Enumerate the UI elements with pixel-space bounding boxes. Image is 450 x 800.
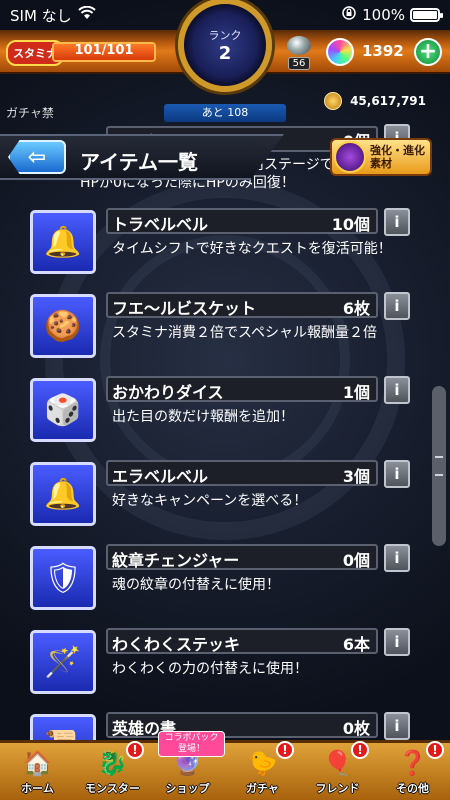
other-icon: ❓ <box>397 749 428 777</box>
item-count: 0枚 <box>342 719 370 738</box>
item-name: おかわりダイス <box>112 383 224 402</box>
list-item[interactable]: 🔔 トラベルベル 10個 i タイムシフトで好きなクエストを復活可能！ <box>0 204 450 288</box>
list-item[interactable]: 🪄 わくわくステッキ 6本 i わくわくの力の付替えに使用！ <box>0 624 450 708</box>
nav-friend[interactable]: 🎈 フレンド! <box>300 741 375 800</box>
item-count: 3個 <box>342 467 370 486</box>
item-name: 紋章チェンジャー <box>112 551 240 570</box>
list-item[interactable]: 🍪 フエ〜ルビスケット 6枚 i スタミナ消費２倍でスペシャル報酬量２倍 <box>0 288 450 372</box>
list-item[interactable]: 📜 英雄の書 0枚 i <box>0 708 450 740</box>
item-desc: 魂の紋章の付替えに使用！ <box>112 577 280 593</box>
item-count: 0個 <box>342 551 370 570</box>
emblem-icon-glyph: 🛡 <box>43 560 83 596</box>
evolve-material-label: 強化・進化 素材 <box>370 144 425 170</box>
info-button[interactable]: i <box>384 376 410 404</box>
evolve-material-button[interactable]: 強化・進化 素材 <box>330 138 432 176</box>
item-desc: タイムシフトで好きなクエストを復活可能！ <box>112 241 392 257</box>
item-list[interactable]: ミラクルミン 0個 i 専用ステージで HPが0になった際にHPのみ回復！ 🔔 … <box>0 120 450 740</box>
item-name: トラベルベル <box>112 215 209 234</box>
rank-next-exp: あと 108 <box>164 104 286 122</box>
stamina-value: 101/101 <box>74 43 134 58</box>
orientation-lock-icon <box>341 5 357 25</box>
collab-badge: コラボパック 登場！ <box>158 731 225 757</box>
page-title: アイテム一覧 <box>80 150 198 174</box>
biscuit-icon[interactable]: 🍪 <box>30 294 96 358</box>
info-button[interactable]: i <box>384 460 410 488</box>
battery-icon <box>410 8 443 22</box>
item-name: エラベルベル <box>112 467 209 486</box>
evolve-material-icon <box>334 141 366 173</box>
item-desc: わくわくの力の付替えに使用！ <box>112 661 308 677</box>
info-button[interactable]: i <box>384 292 410 320</box>
nav-monster[interactable]: 🐉 モンスター! <box>75 741 150 800</box>
rank-label: ランク <box>208 28 242 42</box>
nav-label: ショップ <box>165 782 210 795</box>
wand-icon-glyph: 🪄 <box>44 644 82 680</box>
rank-badge[interactable]: ランク 2 <box>178 0 272 92</box>
nav-label: モンスター <box>85 782 140 795</box>
dice-icon[interactable]: 🎲 <box>30 378 96 442</box>
coin-row: 45,617,791 <box>324 92 426 110</box>
alert-badge: ! <box>276 741 294 759</box>
item-name: わくわくステッキ <box>112 635 241 654</box>
gem-icon <box>287 36 311 55</box>
orb-icon <box>326 38 354 66</box>
evolve-label-line1: 強化・進化 <box>370 144 425 157</box>
nav-label: ホーム <box>21 782 54 795</box>
list-item[interactable]: 🔔 エラベルベル 3個 i 好きなキャンペーンを選べる！ <box>0 456 450 540</box>
back-button[interactable]: ⇦ <box>8 140 66 174</box>
biscuit-icon-glyph: 🍪 <box>44 308 82 344</box>
monster-icon: 🐉 <box>97 749 128 777</box>
item-desc: 出た目の数だけ報酬を追加！ <box>112 409 294 425</box>
nav-home[interactable]: 🏠 ホーム <box>0 743 75 800</box>
buy-orb-button[interactable]: + <box>414 38 442 66</box>
nav-gacha[interactable]: 🐤 ガチャ! <box>225 741 300 800</box>
nav-label: フレンド <box>315 782 360 795</box>
gacha-ban-label: ガチャ禁 <box>6 106 54 120</box>
info-button[interactable]: i <box>384 712 410 740</box>
nav-label: その他 <box>396 782 429 795</box>
item-name: フエ〜ルビスケット <box>112 299 257 318</box>
nav-other[interactable]: ❓ その他! <box>375 741 450 800</box>
nav-shop[interactable]: 🔮 ショップ コラボパック 登場！ <box>150 731 225 800</box>
alert-badge: ! <box>351 741 369 759</box>
alert-badge: ! <box>126 741 144 759</box>
status-right: 100% <box>341 5 443 25</box>
item-count: 6枚 <box>342 299 370 318</box>
gold-bell-icon[interactable]: 🔔 <box>30 462 96 526</box>
gold-bell-icon-glyph: 🔔 <box>44 476 82 512</box>
friend-icon: 🎈 <box>322 749 353 777</box>
book-icon-glyph: 📜 <box>44 729 81 741</box>
orb-count: 1392 <box>362 42 404 60</box>
info-button[interactable]: i <box>384 544 410 572</box>
item-count: 6本 <box>342 635 370 654</box>
info-button[interactable]: i <box>384 208 410 236</box>
bottom-nav: 🏠 ホーム 🐉 モンスター! 🔮 ショップ コラボパック 登場！ 🐤 ガチャ! 🎈 フレン… <box>0 731 450 800</box>
info-button[interactable]: i <box>384 628 410 656</box>
gem-box[interactable]: 56 <box>282 36 316 70</box>
evolve-label-line2: 素材 <box>370 157 392 170</box>
home-icon: 🏠 <box>22 749 53 777</box>
item-count: 1個 <box>342 383 370 402</box>
bell-icon-glyph: 🔔 <box>44 224 82 260</box>
coin-icon <box>324 92 343 110</box>
bell-icon[interactable]: 🔔 <box>30 210 96 274</box>
list-item[interactable]: 🎲 おかわりダイス 1個 i 出た目の数だけ報酬を追加！ <box>0 372 450 456</box>
gem-count: 56 <box>287 57 311 70</box>
coin-value: 45,617,791 <box>350 94 426 108</box>
rank-value: 2 <box>218 42 232 64</box>
wand-icon[interactable]: 🪄 <box>30 630 96 694</box>
item-desc: スタミナ消費２倍でスペシャル報酬量２倍 <box>112 325 378 341</box>
nav-label: ガチャ <box>246 782 279 795</box>
list-item[interactable]: 🛡 紋章チェンジャー 0個 i 魂の紋章の付替えに使用！ <box>0 540 450 624</box>
gacha-icon: 🐤 <box>247 749 278 777</box>
item-count: 10個 <box>331 215 370 234</box>
dice-icon-glyph: 🎲 <box>44 392 82 428</box>
book-icon[interactable]: 📜 <box>30 714 96 740</box>
emblem-icon[interactable]: 🛡 <box>30 546 96 610</box>
battery-percent: 100% <box>362 6 405 24</box>
alert-badge: ! <box>426 741 444 759</box>
scrollbar[interactable] <box>432 386 446 546</box>
item-desc: 好きなキャンペーンを選べる！ <box>112 493 308 509</box>
